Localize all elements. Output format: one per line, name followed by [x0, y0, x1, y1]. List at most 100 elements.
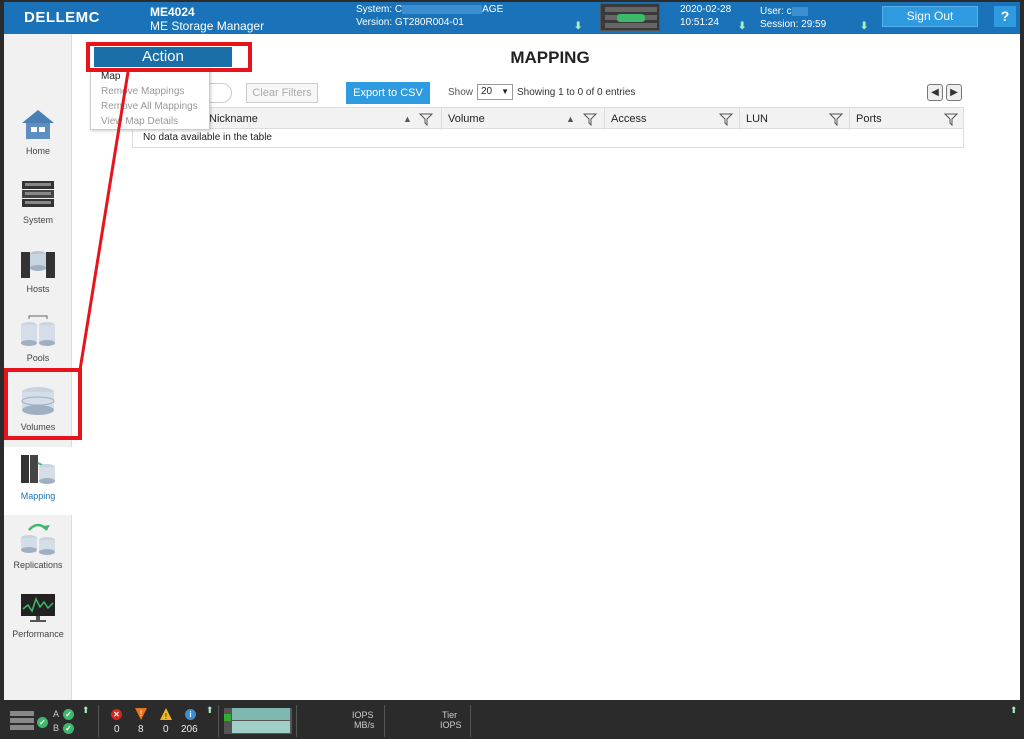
svg-text:!: ! — [164, 712, 167, 721]
column-lun[interactable]: LUN — [740, 108, 850, 130]
column-ports[interactable]: Ports — [850, 108, 963, 130]
highlight-box-action — [86, 42, 252, 72]
sort-asc-icon[interactable]: ▲ — [566, 108, 575, 130]
error-icon[interactable]: ✕ — [111, 709, 122, 720]
enclosure-status-icon[interactable] — [10, 711, 36, 731]
sidebar-item-label: Hosts — [26, 284, 50, 294]
controller-a-label: A — [53, 709, 60, 719]
sidebar-item-system[interactable]: System — [4, 171, 72, 239]
warning-icon[interactable]: ! — [159, 707, 173, 721]
filter-funnel-icon[interactable] — [829, 112, 843, 126]
product-name: ME Storage Manager — [150, 19, 265, 33]
empty-table-row: No data available in the table — [132, 129, 964, 148]
export-csv-button[interactable]: Export to CSV — [346, 82, 430, 104]
sidebar-item-label: Replications — [13, 560, 63, 570]
user-info[interactable]: User: c Session: 29:59 — [760, 5, 826, 31]
sidebar-item-home[interactable]: Home — [4, 102, 72, 170]
app-frame: Home System Hosts Pools Volumes Mapping … — [4, 34, 1020, 700]
pools-icon — [21, 315, 55, 346]
session-timer: Session: 29:59 — [760, 19, 827, 30]
next-page-button[interactable]: ▶ — [946, 84, 962, 101]
menu-item-view-map-details[interactable]: View Map Details — [91, 114, 209, 129]
sort-asc-icon[interactable]: ▲ — [403, 108, 412, 130]
controller-b-ok-icon[interactable]: ✓ — [63, 723, 74, 734]
help-button[interactable]: ? — [994, 6, 1016, 27]
replications-icon — [21, 523, 55, 555]
redacted-mask — [791, 6, 808, 16]
menu-item-remove-mappings[interactable]: Remove Mappings — [91, 84, 209, 99]
sidebar-item-label: Home — [25, 146, 50, 156]
controller-b-label: B — [53, 723, 60, 733]
highlight-box-volumes — [4, 368, 82, 440]
mbs-label: MB/s — [354, 720, 375, 730]
sidebar-item-hosts[interactable]: Hosts — [4, 240, 72, 308]
critical-icon[interactable]: ! — [134, 707, 148, 721]
expand-up-arrow-icon[interactable]: ⬆ — [1010, 705, 1018, 716]
tier-iops-label: IOPS — [440, 720, 462, 730]
error-count: 0 — [114, 724, 120, 735]
show-label: Show — [448, 87, 474, 98]
sidebar-item-label: Performance — [12, 629, 64, 639]
product-info: ME4024 ME Storage Manager — [150, 5, 264, 33]
clear-filters-button[interactable]: Clear Filters — [246, 83, 318, 103]
menu-item-remove-all-mappings[interactable]: Remove All Mappings — [91, 99, 209, 114]
system-info[interactable]: System: C AGE Version: GT280R004-01 — [356, 3, 503, 29]
main-content: MAPPING Action Map Remove Mappings Remov… — [76, 34, 1020, 700]
status-bar: ✓ A ✓ B ✓ ⬆ ✕ 0 ! 8 ! 0 i 206 ⬆ IOPS MB/… — [0, 703, 1024, 739]
product-model: ME4024 — [150, 5, 195, 19]
mapping-icon — [21, 455, 55, 484]
column-label: LUN — [746, 113, 769, 125]
sidebar-item-label: Mapping — [20, 491, 56, 501]
app-header: DELLEMC ME4024 ME Storage Manager System… — [4, 2, 1020, 34]
check-icon: ✓ — [37, 717, 48, 728]
version-label: Version: GT280R004-01 — [356, 17, 464, 28]
column-label: Volume — [448, 113, 485, 125]
datetime-expand-arrow-icon[interactable]: ⬇ — [738, 21, 746, 32]
page-size-value: 20 — [481, 86, 493, 97]
system-suffix: AGE — [482, 4, 504, 15]
column-label: Nickname — [209, 113, 258, 125]
sidebar-item-performance[interactable]: Performance — [4, 585, 72, 653]
user-expand-arrow-icon[interactable]: ⬇ — [860, 21, 868, 32]
sidebar-item-replications[interactable]: Replications — [4, 516, 72, 584]
capacity-gauge[interactable] — [224, 708, 292, 734]
page-size-select[interactable]: 20 ▼ — [477, 84, 513, 100]
sidebar-item-mapping[interactable]: Mapping — [4, 447, 72, 515]
sidebar-item-label: Pools — [26, 353, 50, 363]
filter-funnel-icon[interactable] — [419, 112, 433, 126]
prev-page-button[interactable]: ◀ — [927, 84, 943, 101]
controller-a-ok-icon[interactable]: ✓ — [63, 709, 74, 720]
filter-funnel-icon[interactable] — [583, 112, 597, 126]
iops-label: IOPS — [352, 710, 374, 720]
filter-funnel-icon[interactable] — [944, 112, 958, 126]
enclosure-icon[interactable] — [600, 3, 660, 31]
date-label: 2020-02-28 — [680, 4, 732, 15]
entries-count: Showing 1 to 0 of 0 entries — [517, 87, 636, 98]
column-access[interactable]: Access — [605, 108, 740, 130]
column-label: Access — [611, 113, 647, 125]
mapping-table: Nickname ▲ Volume ▲ Access LUN Ports No … — [132, 107, 964, 148]
info-icon[interactable]: i — [185, 709, 196, 720]
home-icon — [22, 110, 54, 139]
sidebar-item-pools[interactable]: Pools — [4, 309, 72, 377]
system-expand-arrow-icon[interactable]: ⬇ — [574, 21, 582, 32]
expand-up-arrow-icon[interactable]: ⬆ — [206, 705, 214, 716]
date-time[interactable]: 2020-02-28 10:51:24 — [680, 3, 731, 29]
table-header: Nickname ▲ Volume ▲ Access LUN Ports — [132, 107, 964, 130]
info-count: 206 — [181, 724, 198, 735]
critical-count: 8 — [138, 724, 144, 735]
time-label: 10:51:24 — [680, 17, 719, 28]
column-volume[interactable]: Volume ▲ — [442, 108, 605, 130]
hosts-icon — [21, 251, 55, 278]
tier-label: Tier — [442, 710, 458, 720]
expand-up-arrow-icon[interactable]: ⬆ — [82, 705, 90, 716]
performance-icon — [21, 594, 55, 622]
sidebar: Home System Hosts Pools Volumes Mapping … — [4, 34, 72, 700]
column-label: Ports — [856, 113, 882, 125]
dropdown-caret-icon: ▼ — [501, 87, 509, 96]
filter-funnel-icon[interactable] — [719, 112, 733, 126]
action-menu: Map Remove Mappings Remove All Mappings … — [90, 68, 210, 130]
system-name: System: C — [356, 4, 403, 15]
sign-out-button[interactable]: Sign Out — [882, 6, 978, 27]
sidebar-item-label: System — [22, 215, 53, 225]
